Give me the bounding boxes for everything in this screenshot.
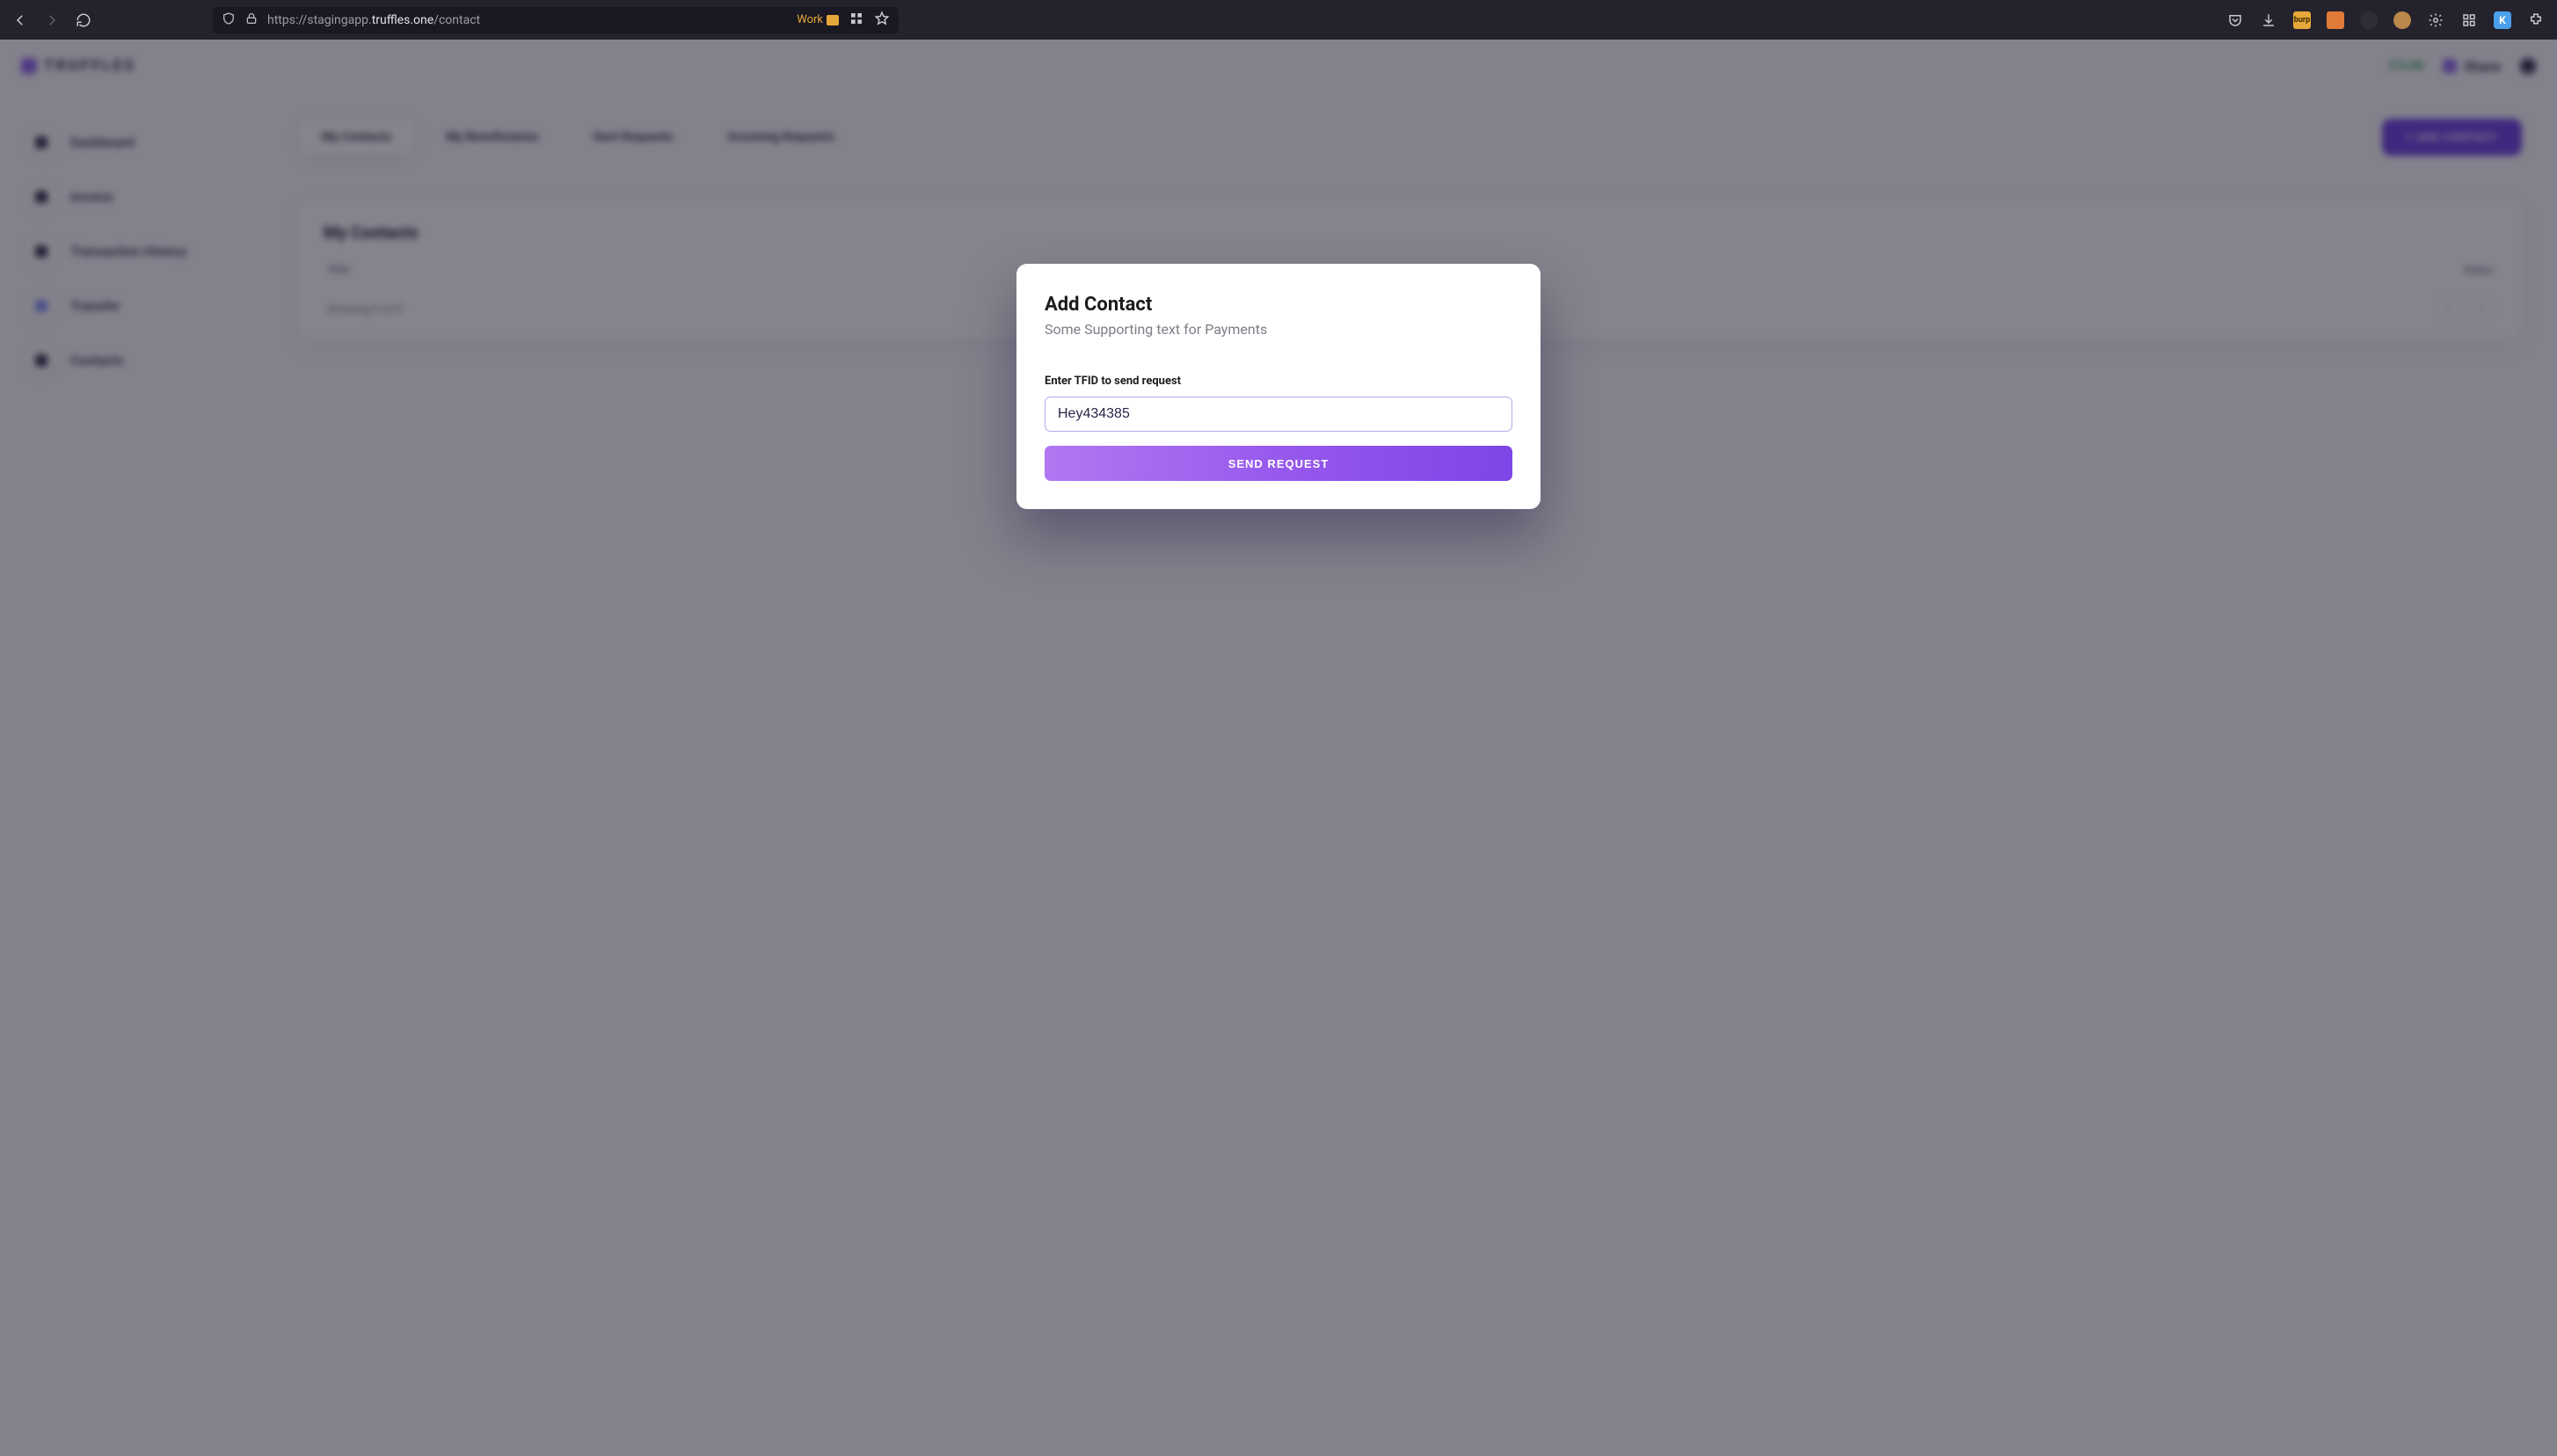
back-button[interactable] [12, 12, 28, 28]
ext-settings-icon[interactable] [2427, 11, 2444, 29]
site-identity[interactable] [222, 11, 259, 29]
toolbar-icons: burp K [2226, 11, 2545, 29]
qr-icon[interactable] [849, 11, 863, 29]
tfid-input[interactable] [1045, 397, 1512, 432]
ext-k-icon[interactable]: K [2494, 11, 2511, 29]
url-text: https://stagingapp.truffles.one/contact [267, 13, 480, 27]
ext-cookie-icon[interactable] [2393, 11, 2411, 29]
lock-icon [244, 11, 259, 29]
ext-burp-icon[interactable]: burp [2293, 11, 2311, 29]
reload-button[interactable] [76, 12, 91, 28]
address-bar[interactable]: https://stagingapp.truffles.one/contact … [213, 7, 899, 33]
browser-chrome: https://stagingapp.truffles.one/contact … [0, 0, 2557, 40]
add-contact-modal: Add Contact Some Supporting text for Pay… [1016, 264, 1541, 509]
send-request-button[interactable]: SEND REQUEST [1045, 446, 1512, 481]
nav-buttons [12, 12, 91, 28]
extensions-icon[interactable] [2527, 11, 2545, 29]
downloads-icon[interactable] [2260, 11, 2277, 29]
tfid-label: Enter TFID to send request [1045, 375, 1512, 388]
briefcase-icon [827, 15, 839, 25]
modal-overlay[interactable]: Add Contact Some Supporting text for Pay… [0, 40, 2557, 1456]
modal-subtitle: Some Supporting text for Payments [1045, 321, 1512, 338]
pocket-icon[interactable] [2226, 11, 2244, 29]
ext-darkreader-icon[interactable] [2360, 11, 2378, 29]
shield-icon [222, 11, 236, 29]
modal-title: Add Contact [1045, 294, 1512, 316]
container-tag[interactable]: Work [797, 13, 839, 26]
forward-button[interactable] [44, 12, 60, 28]
ext-metamask-icon[interactable] [2327, 11, 2344, 29]
bookmark-star-icon[interactable] [874, 11, 890, 30]
ext-apps-icon[interactable] [2460, 11, 2478, 29]
